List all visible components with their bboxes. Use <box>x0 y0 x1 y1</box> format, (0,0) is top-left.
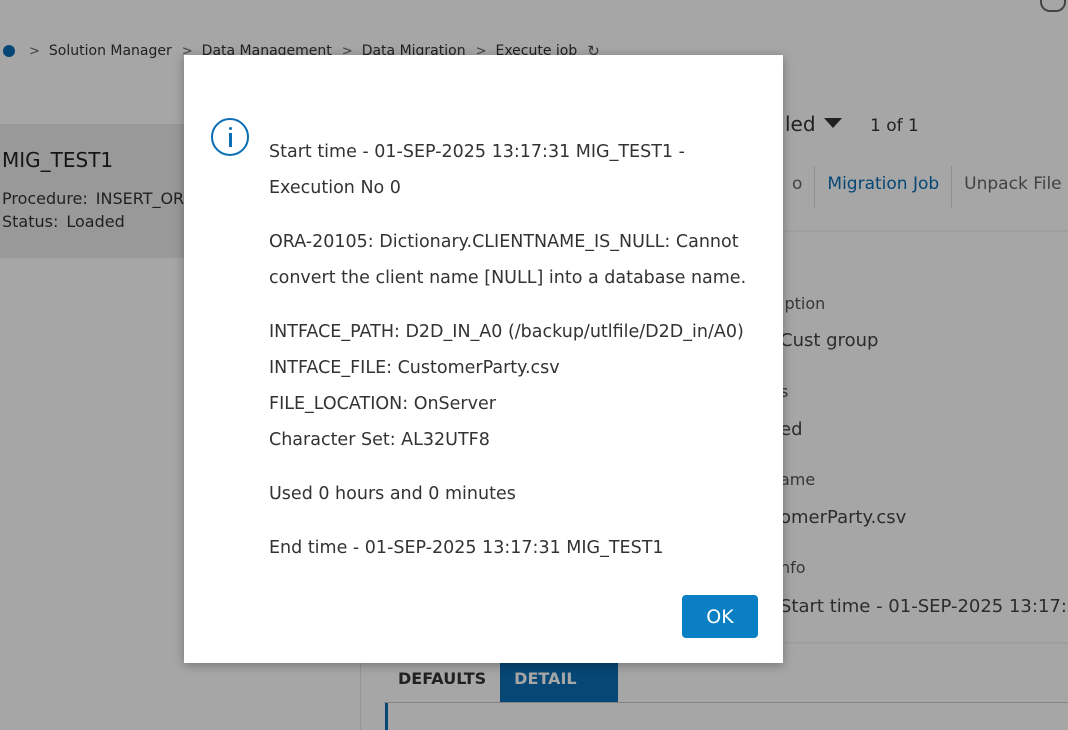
message-error: ORA-20105: Dictionary.CLIENTNAME_IS_NULL… <box>269 232 747 288</box>
message-used-time: Used 0 hours and 0 minutes <box>269 484 516 504</box>
ok-button[interactable]: OK <box>682 595 758 638</box>
message-file-location: FILE_LOCATION: OnServer <box>269 394 496 414</box>
message-character-set: Character Set: AL32UTF8 <box>269 430 490 450</box>
message-end-time: End time - 01-SEP-2025 13:17:31 MIG_TEST… <box>269 538 664 558</box>
info-icon <box>211 118 249 156</box>
message-interface-path: INTFACE_PATH: D2D_IN_A0 (/backup/utlfile… <box>269 322 744 342</box>
dialog-message: Start time - 01-SEP-2025 13:17:31 MIG_TE… <box>269 134 759 566</box>
message-interface-file: INTFACE_FILE: CustomerParty.csv <box>269 358 560 378</box>
message-start-time: Start time - 01-SEP-2025 13:17:31 MIG_TE… <box>269 142 685 198</box>
message-dialog: Start time - 01-SEP-2025 13:17:31 MIG_TE… <box>184 55 783 663</box>
